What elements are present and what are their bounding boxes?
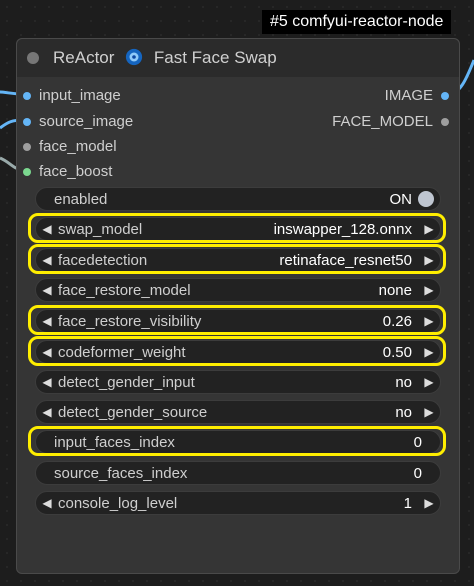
node-title-suffix: Fast Face Swap — [153, 48, 277, 67]
slot-label: source_image — [39, 113, 134, 130]
widget-label: codeformer_weight — [58, 343, 186, 361]
increment-arrow-icon[interactable]: ▶ — [418, 222, 440, 236]
output-slot-image[interactable]: IMAGE — [385, 87, 449, 104]
widget-value: inswapper_128.onnx — [273, 220, 412, 238]
widget-label: face_restore_model — [58, 281, 191, 299]
increment-arrow-icon[interactable]: ▶ — [418, 283, 440, 297]
slot-dot[interactable] — [23, 167, 31, 176]
node-title-prefix: ReActor — [53, 48, 115, 67]
decrement-arrow-icon[interactable]: ◀ — [36, 314, 58, 328]
output-slot-face-model[interactable]: FACE_MODEL — [332, 113, 449, 130]
node-header[interactable]: ReActor Fast Face Swap — [17, 39, 459, 77]
input-slot-face-boost[interactable]: face_boost — [23, 163, 112, 180]
increment-arrow-icon[interactable]: ▶ — [418, 314, 440, 328]
collapse-toggle[interactable] — [27, 52, 39, 64]
increment-arrow-icon[interactable]: ▶ — [418, 345, 440, 359]
widget-label: enabled — [54, 190, 108, 208]
decrement-arrow-icon[interactable]: ◀ — [36, 375, 58, 389]
slot-label: IMAGE — [384, 87, 433, 104]
slot-label: input_image — [39, 87, 121, 104]
widget-label: swap_model — [58, 220, 143, 238]
input-slot-source-image[interactable]: source_image — [23, 113, 133, 130]
reactor-logo-icon — [126, 48, 143, 66]
node-title: ReActor Fast Face Swap — [53, 48, 277, 68]
increment-arrow-icon[interactable]: ▶ — [418, 496, 440, 510]
widget-value: 0.26 — [382, 312, 412, 330]
widget-value: no — [395, 373, 412, 391]
slot-label: face_model — [39, 138, 117, 155]
increment-arrow-icon[interactable]: ▶ — [418, 375, 440, 389]
slot-dot[interactable] — [23, 117, 31, 126]
widget-enabled[interactable]: enabled ON — [35, 187, 441, 211]
widget-value: ON — [389, 190, 413, 208]
toggle-knob[interactable] — [418, 191, 434, 207]
widget-label: facedetection — [58, 251, 148, 269]
increment-arrow-icon[interactable]: ▶ — [418, 253, 440, 267]
widget-console-log-level[interactable]: ◀ console_log_level 1 ▶ — [35, 491, 441, 515]
widget-codeformer-weight[interactable]: ◀ codeformer_weight 0.50 ▶ — [35, 340, 441, 364]
slot-dot[interactable] — [441, 117, 449, 126]
widget-label: detect_gender_source — [58, 403, 208, 421]
widget-value: retinaface_resnet50 — [279, 251, 412, 269]
widget-value: 0 — [413, 433, 422, 451]
decrement-arrow-icon[interactable]: ◀ — [36, 253, 58, 267]
widget-label: input_faces_index — [54, 433, 175, 451]
widget-label: console_log_level — [58, 494, 178, 512]
widget-value: 1 — [403, 494, 412, 512]
widget-label: detect_gender_input — [58, 373, 195, 391]
reactor-node[interactable]: ReActor Fast Face Swap input_image sourc… — [16, 38, 460, 574]
decrement-arrow-icon[interactable]: ◀ — [36, 222, 58, 236]
decrement-arrow-icon[interactable]: ◀ — [36, 283, 58, 297]
widget-label: face_restore_visibility — [58, 312, 202, 330]
decrement-arrow-icon[interactable]: ◀ — [36, 496, 58, 510]
slot-dot[interactable] — [23, 91, 31, 100]
widget-source-faces-index[interactable]: source_faces_index 0 — [35, 461, 441, 485]
widget-facedetection[interactable]: ◀ facedetection retinaface_resnet50 ▶ — [35, 248, 441, 272]
widget-detect-gender-input[interactable]: ◀ detect_gender_input no ▶ — [35, 370, 441, 394]
input-slot-input-image[interactable]: input_image — [23, 87, 121, 104]
slot-dot[interactable] — [23, 142, 31, 151]
widget-face-restore-model[interactable]: ◀ face_restore_model none ▶ — [35, 278, 441, 302]
decrement-arrow-icon[interactable]: ◀ — [36, 345, 58, 359]
widget-value: none — [378, 281, 412, 299]
slot-label: FACE_MODEL — [332, 113, 433, 130]
widget-detect-gender-source[interactable]: ◀ detect_gender_source no ▶ — [35, 400, 441, 424]
widget-swap-model[interactable]: ◀ swap_model inswapper_128.onnx ▶ — [35, 217, 441, 241]
slot-dot[interactable] — [441, 91, 449, 100]
widget-face-restore-visibility[interactable]: ◀ face_restore_visibility 0.26 ▶ — [35, 309, 441, 333]
widget-value: no — [395, 403, 412, 421]
increment-arrow-icon[interactable]: ▶ — [418, 405, 440, 419]
input-slot-face-model[interactable]: face_model — [23, 138, 117, 155]
slot-label: face_boost — [39, 163, 113, 180]
widget-value: 0.50 — [382, 343, 412, 361]
widget-label: source_faces_index — [54, 464, 188, 482]
decrement-arrow-icon[interactable]: ◀ — [36, 405, 58, 419]
widget-input-faces-index[interactable]: input_faces_index 0 — [35, 430, 441, 454]
node-tag: #5 comfyui-reactor-node — [262, 10, 452, 34]
widget-value: 0 — [413, 464, 422, 482]
